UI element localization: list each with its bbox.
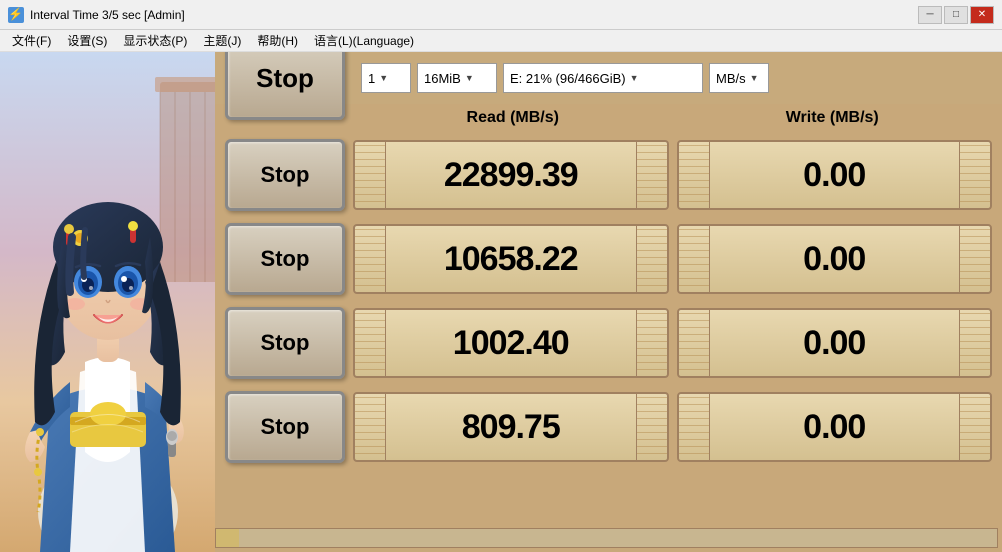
- stop-button-4[interactable]: Stop: [225, 391, 345, 463]
- menu-theme[interactable]: 主题(J): [195, 30, 249, 51]
- menu-file[interactable]: 文件(F): [4, 30, 59, 51]
- main-stop-button[interactable]: Stop: [225, 52, 345, 120]
- close-button[interactable]: ✕: [970, 6, 994, 24]
- benchmark-panel: Stop 1 ▼ 16MiB ▼ E: 21% (96/466GiB) ▼ MB…: [215, 52, 1002, 552]
- maximize-button[interactable]: □: [944, 6, 968, 24]
- queue-dropdown[interactable]: 1 ▼: [361, 63, 411, 93]
- table-row: Stop 1002.40 0.00: [225, 302, 992, 384]
- stop-button-3[interactable]: Stop: [225, 307, 345, 379]
- write-value-4: 0.00: [677, 392, 993, 462]
- progress-bar-fill: [216, 529, 239, 547]
- stop-button-1[interactable]: Stop: [225, 139, 345, 211]
- write-header: Write (MB/s): [673, 109, 993, 127]
- read-value-4: 809.75: [353, 392, 669, 462]
- stop-button-2[interactable]: Stop: [225, 223, 345, 295]
- table-row: Stop 10658.22 0.00: [225, 218, 992, 300]
- menu-display[interactable]: 显示状态(P): [115, 30, 195, 51]
- menu-bar: 文件(F) 设置(S) 显示状态(P) 主题(J) 帮助(H) 语言(L)(La…: [0, 30, 1002, 52]
- window-title: Interval Time 3/5 sec [Admin]: [30, 8, 918, 22]
- progress-bar: [215, 528, 998, 548]
- size-dropdown[interactable]: 16MiB ▼: [417, 63, 497, 93]
- menu-help[interactable]: 帮助(H): [249, 30, 306, 51]
- table-row: Stop 809.75 0.00: [225, 386, 992, 468]
- toolbar-row: Stop 1 ▼ 16MiB ▼ E: 21% (96/466GiB) ▼ MB…: [215, 52, 1002, 104]
- anime-background: [0, 52, 215, 552]
- app-icon: ⚡: [8, 7, 24, 23]
- window-controls: ─ □ ✕: [918, 6, 994, 24]
- read-value-3: 1002.40: [353, 308, 669, 378]
- write-value-3: 0.00: [677, 308, 993, 378]
- unit-arrow-icon: ▼: [750, 73, 759, 83]
- unit-dropdown[interactable]: MB/s ▼: [709, 63, 769, 93]
- read-value-1: 22899.39: [353, 140, 669, 210]
- menu-settings[interactable]: 设置(S): [59, 30, 115, 51]
- menu-language[interactable]: 语言(L)(Language): [306, 30, 422, 51]
- write-value-1: 0.00: [677, 140, 993, 210]
- drive-dropdown[interactable]: E: 21% (96/466GiB) ▼: [503, 63, 703, 93]
- read-header: Read (MB/s): [353, 109, 673, 127]
- main-content: Stop 1 ▼ 16MiB ▼ E: 21% (96/466GiB) ▼ MB…: [0, 52, 1002, 552]
- size-arrow-icon: ▼: [465, 73, 474, 83]
- data-rows: Stop 22899.39 0.00 Stop 10658.22 0.00: [215, 132, 1002, 472]
- queue-arrow-icon: ▼: [379, 73, 388, 83]
- column-headers: Read (MB/s) Write (MB/s): [343, 104, 1002, 132]
- read-value-2: 10658.22: [353, 224, 669, 294]
- title-bar: ⚡ Interval Time 3/5 sec [Admin] ─ □ ✕: [0, 0, 1002, 30]
- table-row: Stop 22899.39 0.00: [225, 134, 992, 216]
- drive-arrow-icon: ▼: [630, 73, 639, 83]
- write-value-2: 0.00: [677, 224, 993, 294]
- minimize-button[interactable]: ─: [918, 6, 942, 24]
